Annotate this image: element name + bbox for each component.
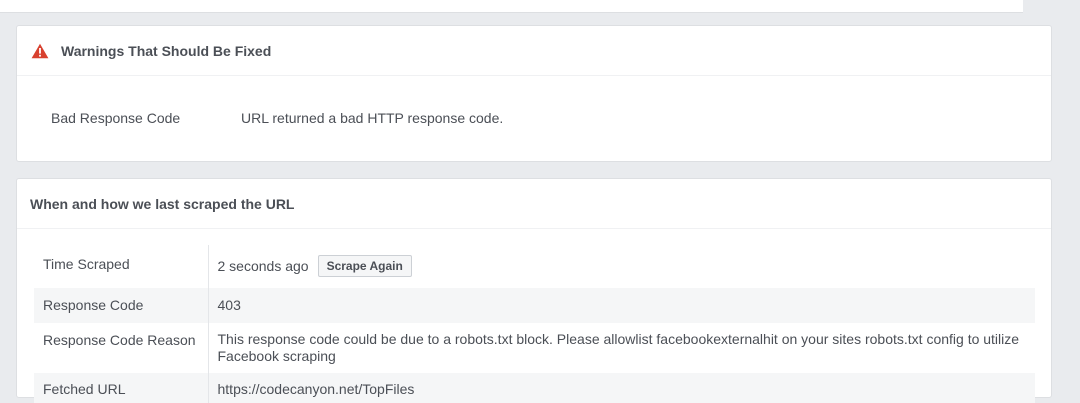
- fetched-url-label: Fetched URL: [34, 373, 209, 403]
- scrape-info-panel: When and how we last scraped the URL Tim…: [16, 178, 1052, 403]
- scrape-info-table: Time Scraped 2 seconds ago Scrape Again R…: [34, 245, 1035, 403]
- warning-label: Bad Response Code: [51, 110, 181, 126]
- table-row-time-scraped: Time Scraped 2 seconds ago Scrape Again: [34, 245, 1035, 288]
- time-scraped-cell: 2 seconds ago Scrape Again: [208, 245, 1035, 288]
- table-row-response-reason: Response Code Reason This response code …: [34, 323, 1035, 373]
- response-reason-value: This response code could be due to a rob…: [217, 331, 1020, 364]
- fetched-url-value[interactable]: https://codecanyon.net/TopFiles: [208, 373, 1035, 403]
- warnings-panel-title: Warnings That Should Be Fixed: [61, 42, 272, 59]
- table-row-response-code: Response Code 403: [34, 288, 1035, 323]
- scrape-panel-title: When and how we last scraped the URL: [30, 195, 295, 212]
- response-reason-label: Response Code Reason: [34, 323, 209, 373]
- response-code-value: 403: [208, 288, 1035, 323]
- scrape-again-button[interactable]: Scrape Again: [317, 255, 412, 277]
- time-scraped-value: 2 seconds ago: [217, 258, 309, 274]
- time-scraped-label: Time Scraped: [34, 245, 209, 288]
- warnings-panel-header: Warnings That Should Be Fixed: [17, 26, 1051, 76]
- table-row-fetched-url: Fetched URL https://codecanyon.net/TopFi…: [34, 373, 1035, 403]
- scrape-panel-header: When and how we last scraped the URL: [17, 179, 1051, 229]
- warning-value: URL returned a bad HTTP response code.: [241, 110, 504, 126]
- warning-icon: [31, 43, 49, 58]
- warnings-panel: Warnings That Should Be Fixed Bad Respon…: [16, 25, 1052, 162]
- top-panel-edge: [0, 0, 1023, 13]
- response-code-label: Response Code: [34, 288, 209, 323]
